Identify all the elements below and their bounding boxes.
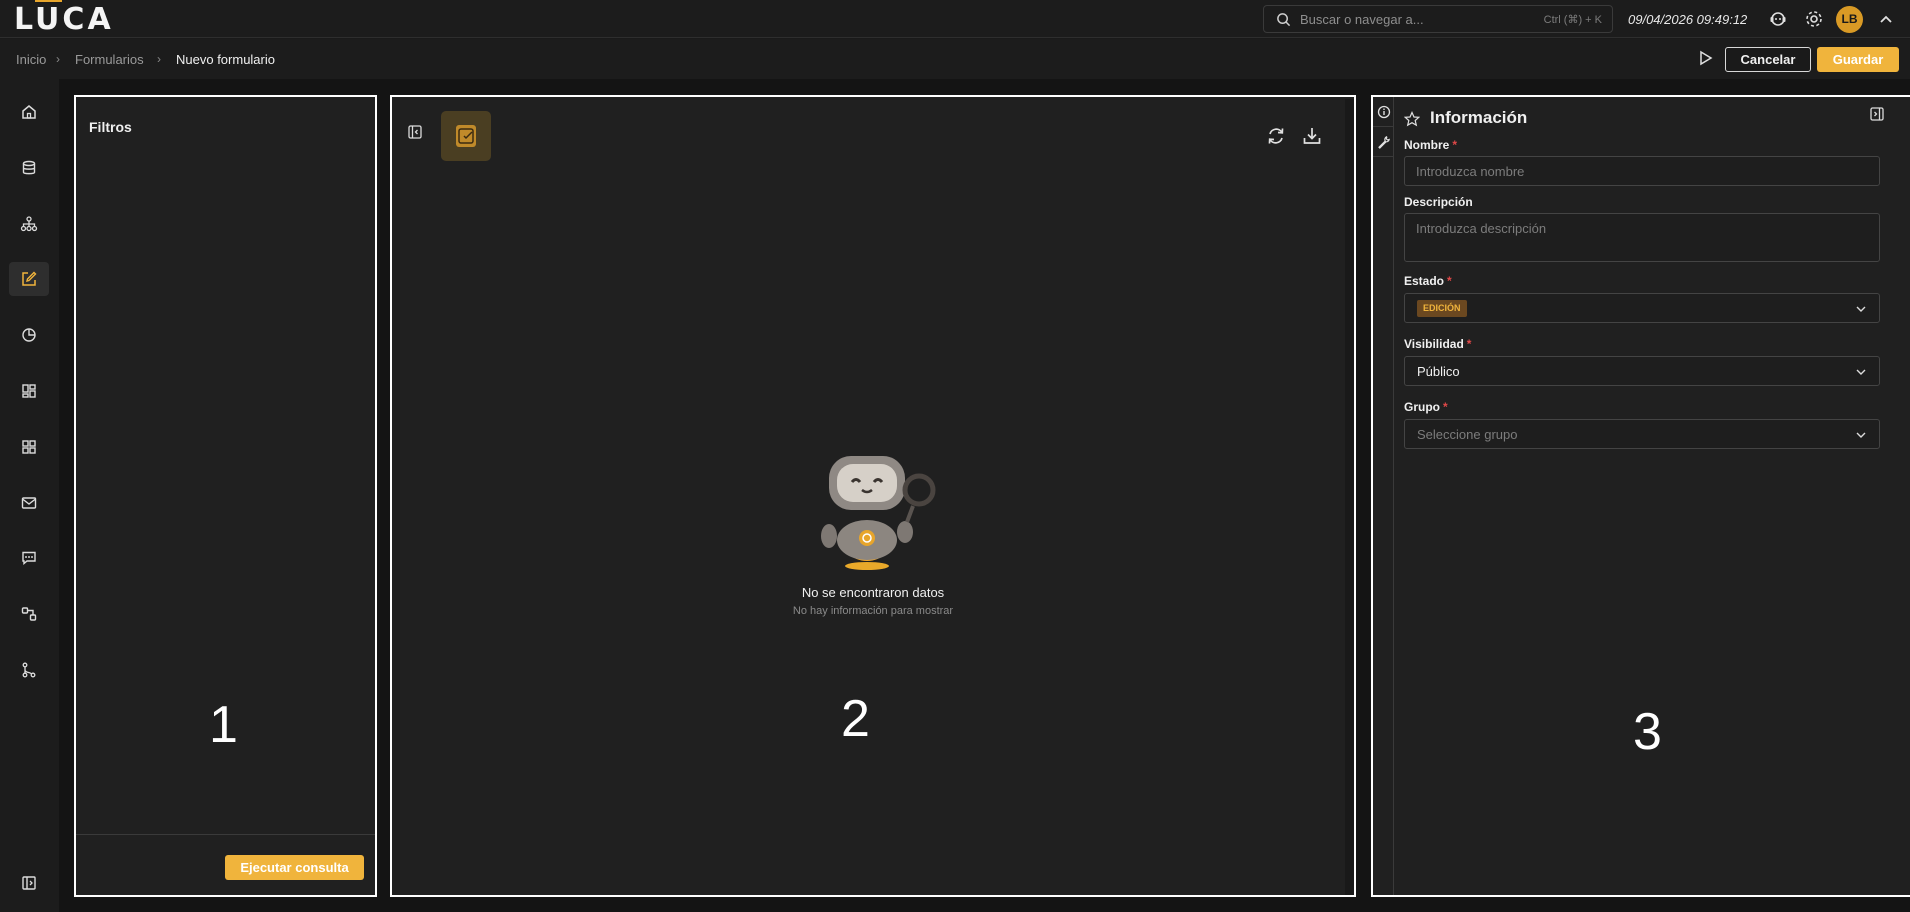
chevron-up-icon[interactable] [1876,9,1896,29]
search-box[interactable]: Ctrl (⌘) + K [1263,5,1613,33]
chevron-right-icon: › [56,52,60,66]
run-query-button[interactable]: Ejecutar consulta [225,855,364,880]
name-label: Nombre * [1404,138,1457,152]
download-icon[interactable] [1301,125,1323,147]
filters-title: Filtros [89,119,132,135]
gear-icon[interactable] [1804,9,1824,29]
refresh-icon[interactable] [1265,125,1287,147]
breadcrumb-item-current: Nuevo formulario [176,52,275,67]
chevron-down-icon [1856,306,1866,312]
info-title: Información [1406,108,1527,128]
visibility-value: Público [1417,364,1460,379]
description-label-text: Descripción [1404,195,1473,209]
description-label: Descripción [1404,195,1473,209]
form-edit-icon [22,271,37,286]
panel-number: 1 [209,696,238,754]
datetime: 09/04/2026 09:49:12 [1628,12,1748,27]
breadcrumb-item-formularios[interactable]: Formularios [75,52,144,67]
panel-number: 2 [841,690,870,748]
nav-mail[interactable] [9,486,49,520]
hierarchy-icon [20,216,38,232]
divider [76,834,375,835]
nav-apps[interactable] [9,430,49,464]
chevron-right-icon: › [157,52,161,66]
home-icon [22,105,36,119]
nav-home[interactable] [9,95,49,129]
state-badge: EDICIÓN [1417,300,1467,317]
nav-workflows[interactable] [9,597,49,631]
mail-icon [21,497,37,509]
nav-database[interactable] [9,151,49,185]
name-input[interactable] [1416,164,1856,179]
nav-hierarchy[interactable] [9,207,49,241]
chevron-down-icon [1856,369,1866,375]
search-shortcut: Ctrl (⌘) + K [1543,14,1602,26]
database-icon [22,160,36,175]
nav-reports[interactable] [9,318,49,352]
results-panel: No se encontraron datos No hay informaci… [390,95,1356,897]
tab-settings[interactable] [1373,127,1394,157]
avatar[interactable]: LB [1836,6,1863,33]
app-logo[interactable]: LUCA [14,0,114,37]
pie-chart-icon [22,328,36,342]
chevron-down-icon [1856,432,1866,438]
tab-info[interactable] [1373,97,1394,127]
git-branch-icon [22,662,36,678]
support-icon[interactable] [1768,9,1788,29]
form-document-icon [456,125,476,147]
collapse-right-icon[interactable] [1869,106,1885,122]
state-select[interactable]: EDICIÓN [1404,293,1880,323]
group-placeholder: Seleccione grupo [1417,427,1518,442]
filters-panel: Filtros 1 Ejecutar consulta [74,95,377,897]
search-icon [1277,13,1291,27]
breadcrumb-item-inicio[interactable]: Inicio [16,52,46,67]
info-tabs [1373,97,1394,895]
collapse-left-icon[interactable] [407,124,423,140]
nav-versions[interactable] [9,653,49,687]
top-bar: LUCA Ctrl (⌘) + K 09/04/2026 09:49:12 LB [0,0,1910,38]
group-label-text: Grupo [1404,400,1440,414]
group-select[interactable]: Seleccione grupo [1404,419,1880,449]
scrollbar[interactable] [1345,99,1354,895]
nav-chat[interactable] [9,541,49,575]
play-icon[interactable] [1698,50,1714,66]
save-button[interactable]: Guardar [1817,47,1899,72]
nav-forms[interactable] [9,262,49,296]
group-label: Grupo * [1404,400,1448,414]
empty-state-subtitle: No hay información para mostrar [792,605,954,617]
required-marker: * [1443,400,1448,414]
workflow-icon [21,607,37,621]
info-icon [1377,105,1390,118]
wrench-icon [1377,135,1390,149]
visibility-select[interactable]: Público [1404,356,1880,386]
empty-state-title: No se encontraron datos [801,585,945,600]
cancel-button[interactable]: Cancelar [1725,47,1811,72]
breadcrumb: Inicio › Formularios › Nuevo formulario [0,39,1910,79]
nav-expand[interactable] [9,866,49,900]
left-nav [0,79,59,912]
required-marker: * [1466,337,1472,351]
empty-state-robot-illustration [821,456,936,570]
visibility-label: Visibilidad * [1404,337,1471,351]
required-marker: * [1452,138,1458,152]
name-field[interactable] [1404,156,1880,186]
visibility-label-text: Visibilidad [1404,337,1464,351]
panel-number: 3 [1633,703,1662,761]
state-label-text: Estado [1404,274,1445,288]
chat-icon [22,551,36,565]
name-label-text: Nombre [1404,138,1450,152]
description-field[interactable] [1404,213,1880,262]
sidebar-expand-icon [22,876,36,890]
description-textarea[interactable] [1416,221,1856,251]
nav-dashboards[interactable] [9,374,49,408]
info-title-text: Información [1430,108,1528,127]
grid-icon [22,440,36,454]
form-type-icon[interactable] [441,111,491,161]
info-panel: Información Nombre* Descripción Estado* … [1371,95,1910,897]
state-label: Estado * [1404,274,1452,288]
dashboard-icon [22,384,36,398]
search-input[interactable] [1300,10,1520,28]
required-marker: * [1447,274,1452,288]
